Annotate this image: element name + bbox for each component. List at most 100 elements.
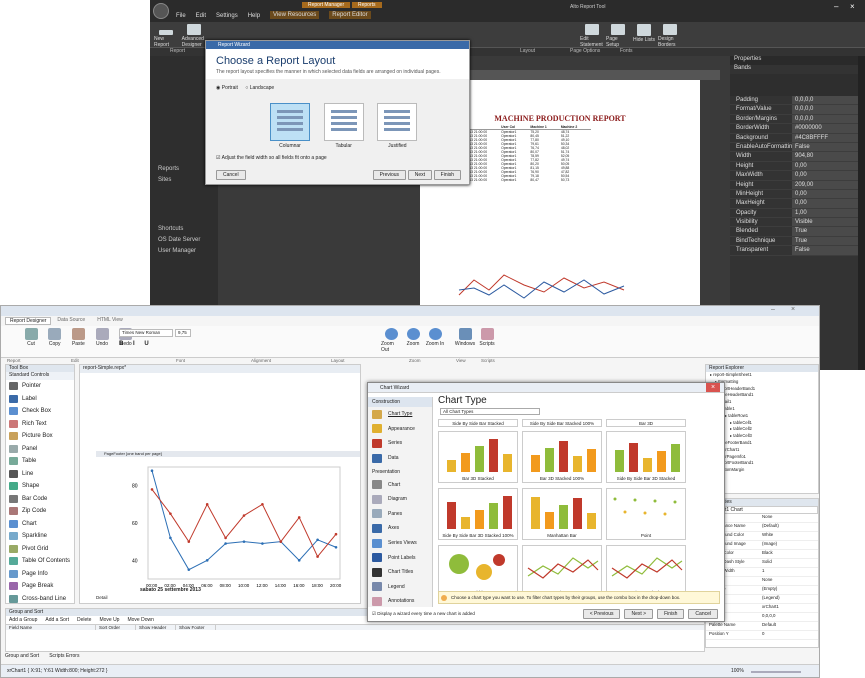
menu-report-editor[interactable]: Report Editor [329,11,371,19]
tab-group-and-sort[interactable]: Group and Sort [5,653,39,659]
explorer-item[interactable]: ▸ Formatting [710,379,818,386]
property-value[interactable]: xrChart1 [762,604,779,612]
toolbox-item[interactable]: Panel [6,443,74,456]
explorer-item[interactable]: ▸ pageFooterBand1 [710,440,818,447]
toolbox-item[interactable]: Line [6,468,74,481]
nav-item[interactable]: Legend [368,580,432,595]
group-sort-button[interactable]: Move Down [127,617,153,623]
chart-type-tile[interactable]: Point [606,488,686,540]
report-wizard-finish-button[interactable]: Finish [433,170,461,180]
property-value[interactable]: #4C8BFFFF [792,133,858,142]
property-value[interactable]: Visible [792,218,858,227]
chart-type-tile[interactable]: Line Stacked [606,545,686,597]
cut-button[interactable]: Cut [21,328,41,347]
property-value[interactable]: 904,80 [792,152,858,161]
group-sort-button[interactable]: Move Up [99,617,119,623]
property-value[interactable]: (Default) [762,523,779,531]
property-row[interactable]: Border/Margins 0,0,0,0 [730,114,858,125]
toolbox-item[interactable]: Sparkline [6,530,74,543]
tab-scripts-errors[interactable]: Scripts Errors [49,653,79,659]
font-style-buttons[interactable]: B I U [119,341,153,347]
property-value[interactable]: 0,0,0,0 [792,114,858,124]
nav-item[interactable]: Chart [368,477,432,492]
toolbox-item[interactable]: Table [6,455,74,468]
property-value[interactable]: 0 [762,631,764,639]
property-value[interactable]: Solid [762,559,772,567]
group-sort-button[interactable]: Add a Sort [45,617,69,623]
windows-button[interactable]: Windows [455,328,475,353]
nav-item[interactable]: Appearance [368,422,432,437]
property-value[interactable]: 0,00 [792,161,858,171]
paste-button[interactable]: Paste [68,328,88,347]
toolbox-item[interactable]: Label [6,393,74,406]
explorer-item[interactable]: ▸ xrChart1 [710,447,818,454]
zoom-button[interactable]: Zoom [403,328,423,353]
property-value[interactable]: False [792,142,858,152]
menu-view-resources[interactable]: View Resources [270,11,320,19]
property-value[interactable]: (Image) [762,541,777,549]
chart-type-tile[interactable]: Manhattan Bar [522,488,602,540]
property-value[interactable]: White [762,532,773,540]
display-wizard-checkbox[interactable]: ☑ Display a wizard every time a new char… [372,611,475,617]
chart-wizard-next-button[interactable]: Next > [624,609,654,619]
property-row[interactable]: Height 0,00 [730,161,858,172]
property-row[interactable]: Padding 0,0,0,0 [730,96,858,106]
property-value[interactable]: True [792,227,858,236]
scripts-button[interactable]: Scripts [477,328,497,353]
undo-button[interactable]: Undo [92,328,112,347]
toolbox-item[interactable]: Table Of Contents [6,555,74,568]
property-row[interactable]: Visibility Visible [730,218,858,228]
app-logo-icon[interactable] [153,3,169,19]
toolbox-item[interactable]: Pointer [6,380,74,393]
property-row[interactable]: Background #4C8BFFFF [730,133,858,143]
toolbox-item[interactable]: Cross-band Line [6,593,74,606]
toolbox-item[interactable]: Page Break [6,580,74,593]
layout-tabular[interactable]: Tabular [322,103,366,149]
portrait-radio[interactable]: ◉ Portrait [216,85,238,91]
zoom-slider[interactable] [751,671,801,673]
design-borders-button[interactable]: Design Borders [658,24,682,48]
chart-wizard-previous-button[interactable]: < Previous [582,609,621,619]
nav-item[interactable]: Series [368,436,432,451]
property-value[interactable]: 0,0,0,0 [792,96,858,105]
property-row[interactable]: BorderWidth #0000000 [730,124,858,134]
adjust-field-checkbox[interactable]: ☑ Adjust the field width so all fields f… [206,149,469,167]
property-value[interactable]: 0,0,0,0 [762,613,775,621]
property-value[interactable]: Default [762,622,776,630]
layout-columnar[interactable]: Columnar [268,103,312,149]
property-value[interactable]: 209,00 [792,180,858,189]
tab-html-view[interactable]: HTML View [91,317,129,325]
menu-settings[interactable]: Settings [216,13,238,19]
property-row[interactable]: Opacity 1,00 [730,208,858,219]
property-value[interactable]: True [792,236,858,246]
nav-item[interactable]: Panes [368,507,432,522]
nav-item[interactable]: Annotations [368,594,432,609]
zoom-in-button[interactable]: Zoom In [425,328,445,353]
close-icon[interactable]: × [850,2,855,11]
chart-wizard-finish-button[interactable]: Finish [657,609,685,619]
toolbox-item[interactable]: Shape [6,480,74,493]
font-size-combo[interactable]: 9,75 [175,329,191,337]
report-wizard-cancel-button[interactable]: Cancel [216,170,246,180]
explorer-item[interactable]: ▸ xrPageInfo1 [710,454,818,461]
chart-type-tile[interactable]: Bar 3D [606,419,686,427]
menu-file[interactable]: File [176,13,186,19]
tree-item[interactable]: Shortcuts [150,224,218,235]
tree-item[interactable]: OS Date Server [150,235,218,246]
chart-type-filter[interactable]: All Chart Types [440,408,540,415]
toolbox-item[interactable]: Rich Text [6,418,74,431]
property-row[interactable]: MaxHeight 0,00 [730,199,858,209]
copy-button[interactable]: Copy [45,328,65,347]
property-value[interactable]: (Legend) [762,595,780,603]
explorer-item[interactable]: ▸ report-SimpleSheet1 [710,372,818,379]
tab-data-source[interactable]: Data Source [51,317,91,325]
property-value[interactable]: False [792,246,858,255]
property-value[interactable]: 0,00 [792,199,858,208]
context-tab-reports[interactable]: Reports [352,2,382,8]
property-row[interactable]: MaxWidth 0,00 [730,171,858,181]
chart-type-tile[interactable]: Side By Side Bar Stacked 100% [522,419,602,427]
property-value[interactable]: 1,00 [792,208,858,218]
menu-edit[interactable]: Edit [196,13,206,19]
font-name-combo[interactable]: Times New Roman [119,329,173,337]
explorer-item[interactable]: ▸ reportFooterBand1 [710,460,818,467]
